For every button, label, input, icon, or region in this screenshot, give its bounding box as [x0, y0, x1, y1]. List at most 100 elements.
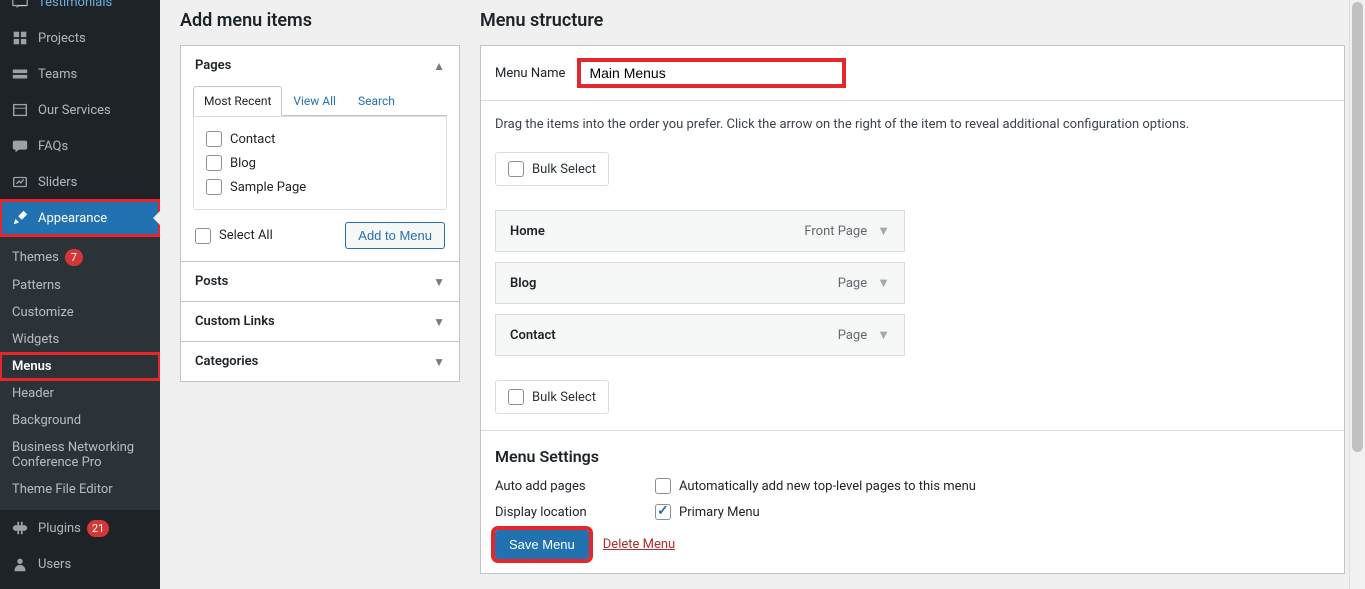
sidebar-item-appearance[interactable]: Appearance: [0, 200, 160, 236]
checkbox-icon[interactable]: [508, 161, 524, 177]
sidebar-item-faqs[interactable]: FAQs: [0, 128, 160, 164]
chevron-down-icon: ▼: [433, 275, 445, 289]
tab-view-all[interactable]: View All: [282, 86, 347, 116]
save-menu-button[interactable]: Save Menu: [495, 530, 589, 559]
faqs-icon: [10, 136, 30, 156]
accordion-title: Posts: [195, 274, 228, 289]
checkbox-icon[interactable]: [195, 228, 211, 244]
sidebar-item-testimonials[interactable]: Testimonials: [0, 0, 160, 20]
scrollbar-track[interactable]: [1349, 0, 1364, 589]
sidebar-item-services[interactable]: Our Services: [0, 92, 160, 128]
accordion-title: Custom Links: [195, 314, 275, 329]
submenu-business-networking[interactable]: Business Networking Conference Pro: [0, 434, 160, 476]
projects-icon: [10, 28, 30, 48]
plugins-icon: [10, 518, 30, 538]
menu-name-label: Menu Name: [495, 66, 565, 81]
submenu-header[interactable]: Header: [0, 380, 160, 407]
menu-items-list: Home Front Page▼ Blog Page▼ Contact Page…: [495, 210, 1330, 356]
submenu-theme-file-editor[interactable]: Theme File Editor: [0, 476, 160, 503]
tab-search[interactable]: Search: [347, 86, 406, 116]
display-location-checkbox[interactable]: Primary Menu: [655, 504, 760, 520]
menu-name-input[interactable]: [577, 58, 846, 88]
sidebar-label: Projects: [38, 31, 86, 46]
admin-sidebar: Testimonials Projects Teams Our Services…: [0, 0, 160, 589]
sidebar-item-teams[interactable]: Teams: [0, 56, 160, 92]
submenu-background[interactable]: Background: [0, 407, 160, 434]
submenu-label: Themes: [12, 250, 59, 265]
accordion-categories: Categories ▼: [180, 342, 460, 382]
sidebar-item-users[interactable]: Users: [0, 546, 160, 582]
bulk-select-bottom[interactable]: Bulk Select: [495, 380, 609, 414]
accordion-posts: Posts ▼: [180, 262, 460, 302]
chevron-down-icon: ▼: [433, 315, 445, 329]
accordion-posts-header[interactable]: Posts ▼: [181, 262, 459, 301]
submenu-widgets[interactable]: Widgets: [0, 326, 160, 353]
accordion-categories-header[interactable]: Categories ▼: [181, 342, 459, 381]
checkbox-icon[interactable]: [206, 179, 222, 195]
sidebar-item-sliders[interactable]: Sliders: [0, 164, 160, 200]
checkbox-icon[interactable]: [655, 478, 671, 494]
sidebar-label: Our Services: [38, 103, 111, 118]
checkbox-icon[interactable]: [206, 131, 222, 147]
menu-structure-heading: Menu structure: [480, 10, 1345, 31]
chevron-down-icon[interactable]: ▼: [877, 275, 890, 291]
sidebar-label: Plugins: [38, 521, 81, 536]
users-icon: [10, 554, 30, 574]
add-to-menu-button[interactable]: Add to Menu: [345, 222, 445, 249]
select-all-checkbox[interactable]: Select All: [195, 224, 273, 248]
plugins-update-badge: 21: [87, 520, 109, 537]
sidebar-label: Users: [38, 557, 71, 572]
accordion-pages: Pages ▲ Most Recent View All Search Cont…: [180, 45, 460, 262]
themes-update-badge: 7: [65, 249, 83, 266]
tab-most-recent[interactable]: Most Recent: [193, 86, 282, 116]
page-checkbox-sample[interactable]: Sample Page: [206, 175, 434, 199]
bulk-select-top[interactable]: Bulk Select: [495, 152, 609, 186]
accordion-title: Pages: [195, 58, 231, 73]
sliders-icon: [10, 172, 30, 192]
chevron-up-icon: ▲: [433, 59, 445, 73]
accordion-title: Categories: [195, 354, 258, 369]
appearance-submenu: Themes 7 Patterns Customize Widgets Menu…: [0, 236, 160, 510]
main-content: Add menu items Pages ▲ Most Recent View …: [160, 0, 1365, 589]
accordion-pages-header[interactable]: Pages ▲: [181, 46, 459, 85]
menu-item-home[interactable]: Home Front Page▼: [495, 210, 905, 252]
submenu-menus[interactable]: Menus: [0, 353, 160, 380]
chevron-down-icon[interactable]: ▼: [877, 223, 890, 239]
testimonials-icon: [10, 0, 30, 12]
menu-settings: Menu Settings Auto add pages Automatical…: [481, 430, 1344, 573]
menu-item-blog[interactable]: Blog Page▼: [495, 262, 905, 304]
sidebar-label: Sliders: [38, 175, 77, 190]
auto-add-checkbox[interactable]: Automatically add new top-level pages to…: [655, 478, 976, 494]
add-menu-items-heading: Add menu items: [180, 10, 460, 31]
chevron-down-icon[interactable]: ▼: [877, 327, 890, 343]
accordion-custom-links-header[interactable]: Custom Links ▼: [181, 302, 459, 341]
sidebar-label: Appearance: [38, 211, 107, 226]
page-checkbox-contact[interactable]: Contact: [206, 127, 434, 151]
pages-checklist: Contact Blog Sample Page: [193, 116, 447, 210]
sidebar-label: Testimonials: [38, 0, 112, 10]
sidebar-item-plugins[interactable]: Plugins 21: [0, 510, 160, 546]
delete-menu-link[interactable]: Delete Menu: [603, 537, 675, 552]
appearance-icon: [10, 208, 30, 228]
display-location-label: Display location: [495, 505, 655, 520]
menu-settings-heading: Menu Settings: [495, 447, 1330, 466]
menu-panel: Menu Name Drag the items into the order …: [480, 45, 1345, 574]
scrollbar-thumb[interactable]: [1352, 2, 1363, 452]
teams-icon: [10, 64, 30, 84]
page-checkbox-blog[interactable]: Blog: [206, 151, 434, 175]
checkbox-icon[interactable]: [206, 155, 222, 171]
drag-hint: Drag the items into the order you prefer…: [495, 117, 1330, 132]
submenu-patterns[interactable]: Patterns: [0, 272, 160, 299]
checkbox-icon[interactable]: [508, 389, 524, 405]
chevron-down-icon: ▼: [433, 355, 445, 369]
menu-item-contact[interactable]: Contact Page▼: [495, 314, 905, 356]
auto-add-label: Auto add pages: [495, 479, 655, 494]
submenu-customize[interactable]: Customize: [0, 299, 160, 326]
accordion-custom-links: Custom Links ▼: [180, 302, 460, 342]
checkbox-checked-icon[interactable]: [655, 504, 671, 520]
sidebar-item-projects[interactable]: Projects: [0, 20, 160, 56]
services-icon: [10, 100, 30, 120]
sidebar-label: Teams: [38, 67, 77, 82]
sidebar-label: FAQs: [38, 139, 68, 154]
submenu-themes[interactable]: Themes 7: [0, 243, 160, 272]
